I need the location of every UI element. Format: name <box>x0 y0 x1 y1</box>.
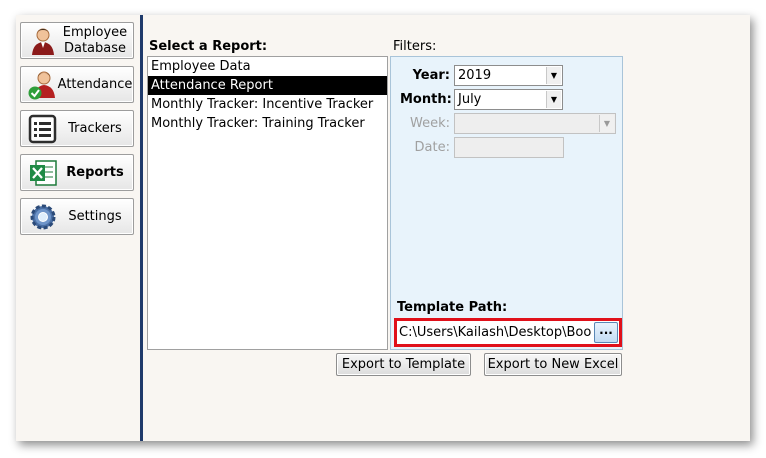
gear-icon <box>30 204 56 230</box>
select-report-label: Select a Report: <box>149 39 268 54</box>
excel-icon <box>30 160 57 186</box>
chevron-down-icon[interactable]: ▼ <box>546 91 561 108</box>
app-window: Employee Database Attendance Trackers Re… <box>16 15 750 441</box>
trackers-label: Trackers <box>68 120 122 136</box>
report-item-training-tracker[interactable]: Monthly Tracker: Training Tracker <box>148 114 387 133</box>
month-value: July <box>458 92 482 107</box>
year-label: Year: <box>412 68 450 83</box>
template-path-label: Template Path: <box>397 300 508 315</box>
chevron-down-icon[interactable]: ▼ <box>599 115 614 132</box>
browse-button[interactable]: ... <box>594 322 618 343</box>
employee-database-label: Employee Database <box>62 24 128 56</box>
template-path-field[interactable]: C:\Users\Kailash\Desktop\Book1.xlsx ... <box>394 318 622 347</box>
reports-button[interactable]: Reports <box>20 154 134 191</box>
week-combobox[interactable]: ▼ <box>454 113 616 134</box>
attendance-label: Attendance <box>57 76 133 92</box>
year-value: 2019 <box>458 68 492 83</box>
trackers-button[interactable]: Trackers <box>20 110 134 147</box>
report-listbox[interactable]: Employee Data Attendance Report Monthly … <box>147 56 388 350</box>
filters-label: Filters: <box>393 39 437 54</box>
report-item-incentive-tracker[interactable]: Monthly Tracker: Incentive Tracker <box>148 95 387 114</box>
panel-divider <box>140 15 143 441</box>
attendance-button[interactable]: Attendance <box>20 66 134 103</box>
reports-label: Reports <box>66 164 124 180</box>
year-combobox[interactable]: 2019 ▼ <box>454 65 563 86</box>
list-checklist-icon <box>28 114 57 144</box>
navigation-panel: Employee Database Attendance Trackers Re… <box>16 15 140 441</box>
employee-database-button[interactable]: Employee Database <box>20 22 134 59</box>
date-field[interactable] <box>454 137 564 158</box>
export-to-new-excel-button[interactable]: Export to New Excel <box>484 353 622 376</box>
report-item-employee-data[interactable]: Employee Data <box>148 57 387 76</box>
report-item-attendance-report[interactable]: Attendance Report <box>148 76 387 95</box>
settings-button[interactable]: Settings <box>20 198 134 235</box>
date-label: Date: <box>414 140 450 155</box>
template-path-value: C:\Users\Kailash\Desktop\Book1.xlsx <box>399 325 591 340</box>
settings-label: Settings <box>68 208 122 224</box>
export-to-template-button[interactable]: Export to Template <box>336 353 471 376</box>
chevron-down-icon[interactable]: ▼ <box>546 67 561 84</box>
week-label: Week: <box>410 116 450 131</box>
employee-icon <box>32 28 54 55</box>
month-label: Month: <box>400 92 452 107</box>
month-combobox[interactable]: July ▼ <box>454 89 563 110</box>
attendance-icon <box>28 71 55 100</box>
